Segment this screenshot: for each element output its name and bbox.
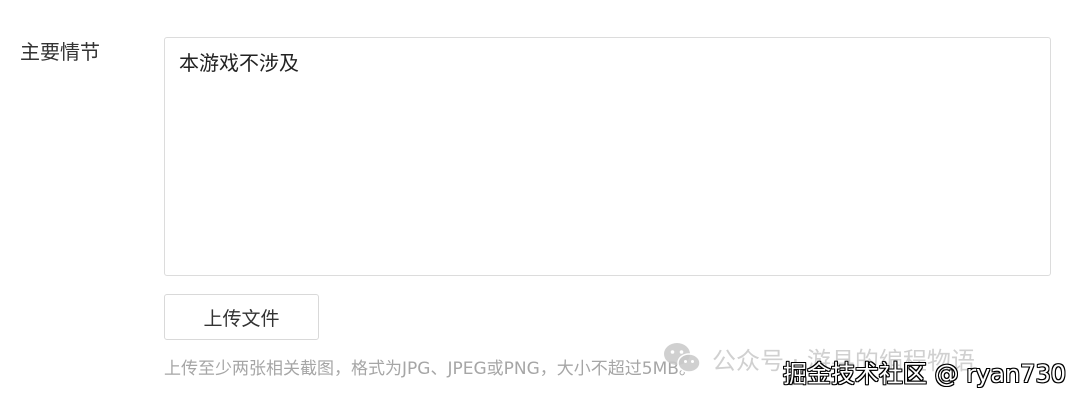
juejin-watermark: 掘金技术社区 @ ryan730: [782, 360, 1066, 388]
plot-form-section: 主要情节 本游戏不涉及 上传文件 上传至少两张相关截图，格式为JPG、JPEG或…: [0, 0, 1080, 402]
plot-textarea[interactable]: 本游戏不涉及: [164, 37, 1051, 276]
upload-hint: 上传至少两张相关截图，格式为JPG、JPEG或PNG，大小不超过5MB。: [164, 359, 696, 379]
plot-field-label: 主要情节: [20, 40, 100, 64]
wechat-icon: [664, 343, 701, 373]
upload-file-button[interactable]: 上传文件: [164, 294, 319, 340]
